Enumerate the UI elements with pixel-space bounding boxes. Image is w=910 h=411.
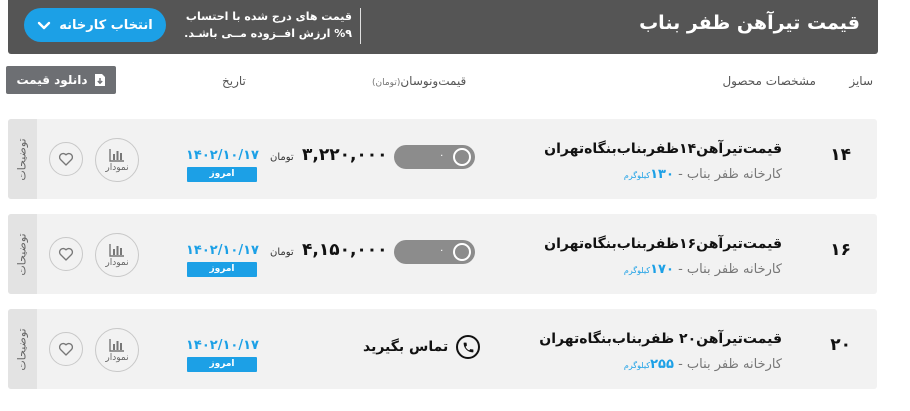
column-header-size: سایز [849,74,873,88]
product-name[interactable]: قیمت‌تیرآهن‌۱۶ظفربناب‌بنگاه‌تهران [544,236,782,252]
description-tab[interactable]: توضیحات [8,309,37,389]
product-factory-line: کارخانه ظفر بناب - ۱۳۰کیلوگرم [624,167,782,182]
product-weight: ۱۷۰ [650,262,674,277]
heart-icon [58,247,74,261]
favorite-button[interactable] [49,332,83,366]
price-value: ۳,۲۲۰,۰۰۰ [302,145,388,165]
column-header-date: تاریخ [222,74,246,88]
price-change-value: ۰ [439,150,445,161]
price-date: ۱۴۰۲/۱۰/۱۷ [186,243,259,258]
download-price-label: دانلود قیمت [16,73,88,87]
chart-button[interactable]: نمودار [95,233,139,277]
product-size: ۲۰ [830,335,851,355]
chart-label: نمودار [105,257,129,268]
today-badge: امروز [187,167,257,182]
chart-label: نمودار [105,352,129,363]
file-download-icon [94,74,105,86]
weight-unit: کیلوگرم [623,171,651,180]
product-factory-line: کارخانه ظفر بناب - ۱۷۰کیلوگرم [624,262,782,277]
today-badge: امروز [187,357,257,372]
product-name[interactable]: قیمت‌تیرآهن‌۲۰ ظفربناب‌بنگاه‌تهران [539,331,782,347]
heart-icon [58,342,74,356]
price-change-toggle[interactable]: ۰ [394,240,475,264]
toggle-knob [453,148,471,166]
currency-label: تومان [270,247,294,258]
favorite-button[interactable] [49,237,83,271]
select-factory-button[interactable]: انتخاب کارخانه [24,8,166,42]
price-date: ۱۴۰۲/۱۰/۱۷ [186,148,259,163]
column-header-price-label: قیمت‌ونوسان [400,74,467,88]
column-header-price: قیمت‌ونوسان(تومان) [372,74,466,88]
select-factory-label: انتخاب کارخانه [59,17,153,33]
vat-note: قیمت های درج شده با احتساب ۹% ارزش افــز… [184,10,352,40]
description-tab[interactable]: توضیحات [8,214,37,294]
description-label: توضیحات [16,137,29,181]
bar-chart-icon [109,338,124,352]
header-divider [360,8,361,44]
product-name[interactable]: قیمت‌تیرآهن‌۱۴ظفربناب‌بنگاه‌تهران [544,141,782,157]
column-header-price-unit: (تومان) [372,78,401,88]
call-us-button[interactable]: تماس بگیرید [363,335,481,359]
heart-icon [58,152,74,166]
phone-icon [456,335,481,359]
table-row: توضیحات نمودار ۱۴۰۲/۱۰/۱۷ امروز تومان ۴,… [8,214,877,294]
description-label: توضیحات [16,232,29,276]
product-size: ۱۶ [830,240,851,260]
price-date: ۱۴۰۲/۱۰/۱۷ [186,338,259,353]
product-weight: ۲۵۵ [650,357,674,372]
weight-unit: کیلوگرم [623,266,651,275]
factory-name: کارخانه ظفر بناب - [678,262,782,277]
product-factory-line: کارخانه ظفر بناب - ۲۵۵کیلوگرم [624,357,782,372]
weight-unit: کیلوگرم [623,361,651,370]
chart-label: نمودار [105,162,129,173]
bar-chart-icon [109,243,124,257]
currency-label: تومان [270,152,294,163]
product-size: ۱۴ [830,145,851,165]
page-header: قیمت تیرآهن ظفر بناب قیمت های درج شده با… [8,0,878,54]
favorite-button[interactable] [49,142,83,176]
call-us-label: تماس بگیرید [363,339,449,355]
description-tab[interactable]: توضیحات [8,119,37,199]
price-value: ۴,۱۵۰,۰۰۰ [302,240,388,260]
factory-name: کارخانه ظفر بناب - [678,357,782,372]
price-change-toggle[interactable]: ۰ [394,145,475,169]
today-badge: امروز [187,262,257,277]
table-row: توضیحات نمودار ۱۴۰۲/۱۰/۱۷ امروز تومان ۳,… [8,119,877,199]
bar-chart-icon [109,148,124,162]
column-header-spec: مشخصات محصول [722,74,816,88]
toggle-knob [453,243,471,261]
factory-name: کارخانه ظفر بناب - [678,167,782,182]
product-weight: ۱۳۰ [650,167,674,182]
download-price-button[interactable]: دانلود قیمت [6,66,116,94]
chart-button[interactable]: نمودار [95,328,139,372]
price-change-value: ۰ [439,245,445,256]
chart-button[interactable]: نمودار [95,138,139,182]
table-row: توضیحات نمودار ۱۴۰۲/۱۰/۱۷ امروز تماس بگی… [8,309,877,389]
description-label: توضیحات [16,327,29,371]
chevron-down-icon [38,21,51,30]
page-title: قیمت تیرآهن ظفر بناب [639,12,860,34]
